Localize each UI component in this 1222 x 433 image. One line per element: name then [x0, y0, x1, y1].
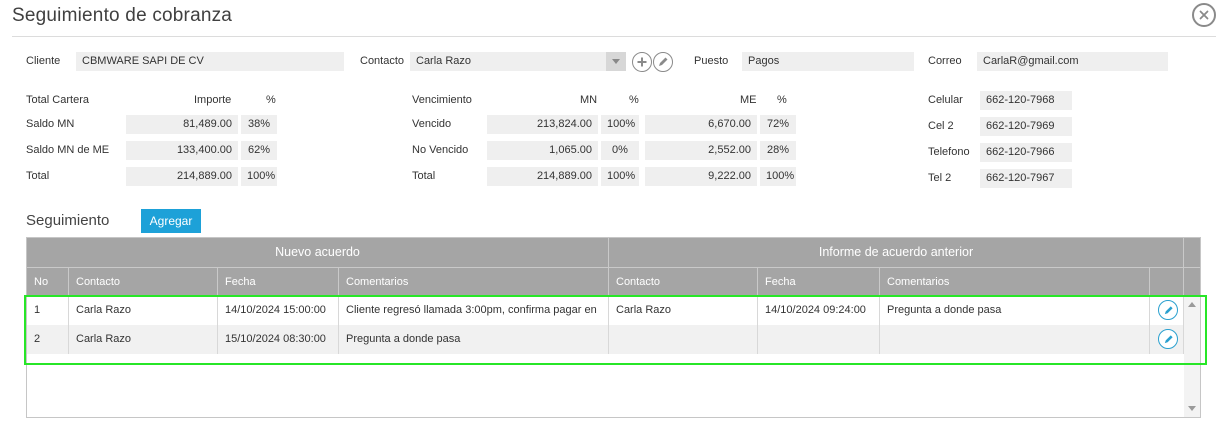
close-button[interactable] [1192, 3, 1216, 27]
celular-field[interactable]: 662-120-7968 [980, 91, 1072, 110]
correo-label: Correo [928, 55, 962, 67]
saldo-mn-pct[interactable]: 38% [241, 115, 277, 134]
column-header-comentarios[interactable]: Comentarios [339, 267, 609, 295]
vencido-mn[interactable]: 213,824.00 [487, 115, 598, 134]
vencimiento-mn-header: MN [580, 94, 598, 106]
close-icon [1199, 10, 1209, 20]
saldo-mn-me-label: Saldo MN de ME [26, 144, 110, 156]
no-vencido-mn[interactable]: 1,065.00 [487, 141, 598, 160]
telefono-label: Telefono [928, 146, 970, 158]
vencimiento-total-pct-me[interactable]: 100% [760, 167, 796, 186]
cell-fecha: 14/10/2024 15:00:00 [218, 296, 339, 325]
cartera-total-importe[interactable]: 214,889.00 [126, 167, 238, 186]
cell-actions [1150, 296, 1184, 325]
vencimiento-pct-mn-header: % [629, 94, 639, 106]
no-vencido-me[interactable]: 2,552.00 [645, 141, 757, 160]
page-title: Seguimiento de cobranza [12, 5, 233, 26]
scroll-up-icon[interactable] [1188, 302, 1196, 307]
cell-no: 1 [27, 296, 69, 325]
header-divider [12, 36, 1216, 37]
correo-field[interactable]: CarlaR@gmail.com [977, 52, 1168, 71]
cartera-total-label: Total [26, 170, 50, 182]
contacto-label: Contacto [360, 55, 405, 67]
pencil-icon [1164, 305, 1173, 314]
seguimiento-grid: Nuevo acuerdo Informe de acuerdo anterio… [26, 237, 1201, 418]
column-header-fecha[interactable]: Fecha [218, 267, 339, 295]
tel2-field[interactable]: 662-120-7967 [980, 169, 1072, 188]
vencimiento-total-mn[interactable]: 214,889.00 [487, 167, 598, 186]
scroll-down-icon[interactable] [1188, 406, 1196, 411]
cell-contacto: Carla Razo [69, 296, 218, 325]
cliente-label: Cliente [26, 55, 61, 67]
column-header-contacto[interactable]: Contacto [69, 267, 218, 295]
saldo-mn-me-pct[interactable]: 62% [241, 141, 277, 160]
cartera-importe-header: Importe [194, 94, 232, 106]
column-header-no[interactable]: No [27, 267, 69, 295]
cell-comentarios: Cliente regresó llamada 3:00pm, confirma… [339, 296, 609, 325]
vencido-me[interactable]: 6,670.00 [645, 115, 757, 134]
puesto-label: Puesto [694, 55, 729, 67]
table-row[interactable]: 2 Carla Razo 15/10/2024 08:30:00 Pregunt… [27, 325, 1184, 354]
contacto-select-value: Carla Razo [416, 55, 472, 67]
vencimiento-total-pct-mn[interactable]: 100% [601, 167, 639, 186]
group-header-anterior: Informe de acuerdo anterior [609, 238, 1184, 267]
cell-no: 2 [27, 325, 69, 354]
cell-comentarios: Pregunta a donde pasa [339, 325, 609, 354]
saldo-mn-label: Saldo MN [26, 118, 75, 130]
group-header-nuevo: Nuevo acuerdo [27, 238, 609, 267]
column-header-ant-comentarios[interactable]: Comentarios [880, 267, 1150, 295]
cell-fecha: 15/10/2024 08:30:00 [218, 325, 339, 354]
vencimiento-pct-me-header: % [777, 94, 787, 106]
plus-circle-icon [637, 57, 647, 67]
column-header-ant-fecha[interactable]: Fecha [758, 267, 880, 295]
column-header-spacer [1184, 267, 1200, 295]
column-header-ant-contacto[interactable]: Contacto [609, 267, 758, 295]
agregar-button[interactable]: Agregar [141, 209, 201, 233]
cel2-field[interactable]: 662-120-7969 [980, 117, 1072, 136]
cell-ant-contacto: Carla Razo [609, 296, 758, 325]
telefono-field[interactable]: 662-120-7966 [980, 143, 1072, 162]
seguimiento-title: Seguimiento [26, 212, 110, 229]
cell-ant-comentarios [880, 325, 1150, 354]
no-vencido-pct-me[interactable]: 28% [760, 141, 796, 160]
tel2-label: Tel 2 [928, 172, 952, 184]
vencimiento-total-label: Total [412, 170, 436, 182]
cell-ant-contacto [609, 325, 758, 354]
saldo-mn-me-importe[interactable]: 133,400.00 [126, 141, 238, 160]
edit-row-button[interactable] [1158, 329, 1178, 349]
chevron-down-icon[interactable] [606, 52, 626, 71]
pencil-icon [1164, 334, 1173, 343]
cartera-total-pct[interactable]: 100% [241, 167, 277, 186]
no-vencido-label: No Vencido [412, 144, 469, 156]
edit-contact-button[interactable] [653, 52, 673, 72]
vencido-pct-me[interactable]: 72% [760, 115, 796, 134]
vencimiento-total-me[interactable]: 9,222.00 [645, 167, 757, 186]
celular-label: Celular [928, 94, 963, 106]
cell-ant-fecha: 14/10/2024 09:24:00 [758, 296, 880, 325]
vencimiento-title: Vencimiento [412, 94, 472, 106]
cell-ant-fecha [758, 325, 880, 354]
pencil-icon [659, 57, 668, 66]
column-header-actions [1150, 267, 1184, 295]
table-row[interactable]: 1 Carla Razo 14/10/2024 15:00:00 Cliente… [27, 296, 1184, 325]
cell-actions [1150, 325, 1184, 354]
vencido-label: Vencido [412, 118, 452, 130]
header-spacer [1184, 238, 1200, 267]
contacto-select[interactable]: Carla Razo [410, 52, 626, 71]
cell-ant-comentarios: Pregunta a donde pasa [880, 296, 1150, 325]
cel2-label: Cel 2 [928, 120, 954, 132]
puesto-field[interactable]: Pagos [742, 52, 914, 71]
no-vencido-pct-mn[interactable]: 0% [601, 141, 639, 160]
vencimiento-me-header: ME [740, 94, 757, 106]
cartera-title: Total Cartera [26, 94, 89, 106]
vertical-scrollbar[interactable] [1184, 295, 1200, 417]
cliente-field[interactable]: CBMWARE SAPI DE CV [76, 52, 344, 71]
cell-contacto: Carla Razo [69, 325, 218, 354]
vencido-pct-mn[interactable]: 100% [601, 115, 639, 134]
add-contact-button[interactable] [632, 52, 652, 72]
cartera-pct-header: % [266, 94, 276, 106]
edit-row-button[interactable] [1158, 300, 1178, 320]
saldo-mn-importe[interactable]: 81,489.00 [126, 115, 238, 134]
